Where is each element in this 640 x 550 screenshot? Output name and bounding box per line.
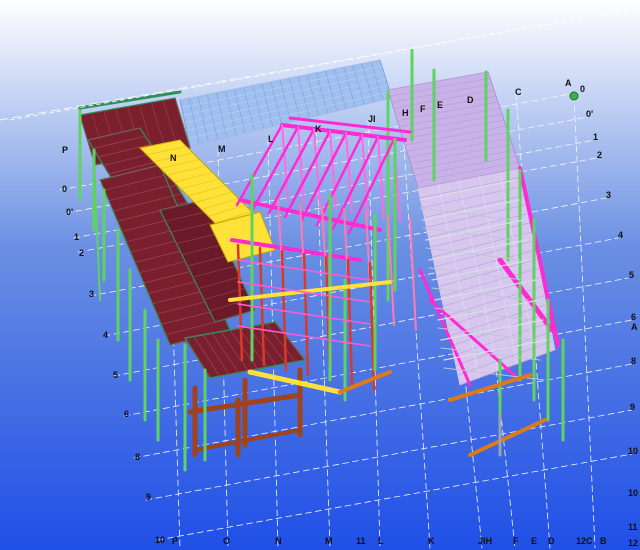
grid-label-left: 6 [124, 409, 129, 419]
grid-label-top: D [467, 95, 474, 105]
grid-label-right: 3 [606, 190, 611, 200]
grid-label-left: P [62, 145, 68, 155]
grid-label-top: F [420, 104, 426, 114]
grid-label-bottom: 11 [356, 536, 366, 546]
grid-label-right: 0' [586, 109, 593, 119]
grid-label-right: 9 [630, 402, 635, 412]
grid-label-bottom: E [531, 536, 537, 546]
grid-label-right: 5 [629, 270, 634, 280]
grid-label-left: 4 [103, 330, 108, 340]
grid-label-bottom: M [325, 536, 333, 546]
grid-label-right: 1 [593, 132, 598, 142]
grid-label-left: 9 [146, 492, 151, 502]
grid-label-left: 10 [155, 535, 165, 545]
grid-label-left: 5 [113, 370, 118, 380]
grid-label-right: 6 [631, 312, 636, 322]
grid-label-left: 1 [74, 232, 79, 242]
grid-label-right: 10 [628, 488, 638, 498]
grid-label-right: 2 [597, 150, 602, 160]
grid-label-bottom: 12C [576, 536, 593, 546]
3d-model-viewport[interactable]: P 0 0' 1 2 3 4 5 6 8 9 10 N M L K JI H F… [0, 0, 640, 550]
grid-label-left: 2 [79, 248, 84, 258]
grid-label-top: M [218, 144, 226, 154]
grid-label-right: 4 [618, 230, 623, 240]
grid-label-bottom: P [172, 536, 178, 546]
grid-label-top: N [170, 153, 177, 163]
grid-label-top: H [402, 108, 409, 118]
grid-label-left: 3 [89, 289, 94, 299]
grid-label-right: 11 [628, 522, 638, 532]
grid-label-top: E [437, 100, 443, 110]
grid-label-right: A [631, 322, 638, 332]
grid-label-top: L [268, 134, 274, 144]
grid-label-top: C [515, 87, 522, 97]
grid-label-left: 8 [135, 452, 140, 462]
grid-label-bottom: N [275, 536, 282, 546]
grid-label-right: 12 [628, 538, 638, 548]
grid-label-bottom: D [548, 536, 555, 546]
grid-label-bottom: O [223, 536, 230, 546]
grid-label-top: JI [368, 114, 376, 124]
grid-label-bottom: L [378, 536, 384, 546]
view-cube-label: A [565, 78, 572, 88]
grid-label-right: 10 [628, 446, 638, 456]
grid-label-right: 0 [580, 84, 585, 94]
grid-label-bottom: B [600, 536, 607, 546]
grid-label-bottom: F [513, 536, 519, 546]
grid-label-bottom: JIH [478, 536, 492, 546]
structural-model-canvas[interactable]: P 0 0' 1 2 3 4 5 6 8 9 10 N M L K JI H F… [0, 0, 640, 550]
origin-marker-icon[interactable] [569, 91, 579, 101]
grid-label-left: 0' [66, 207, 73, 217]
grid-label-top: K [315, 124, 322, 134]
grid-label-right: 8 [631, 356, 636, 366]
grid-label-bottom: K [428, 536, 435, 546]
grid-label-left: 0 [62, 184, 67, 194]
